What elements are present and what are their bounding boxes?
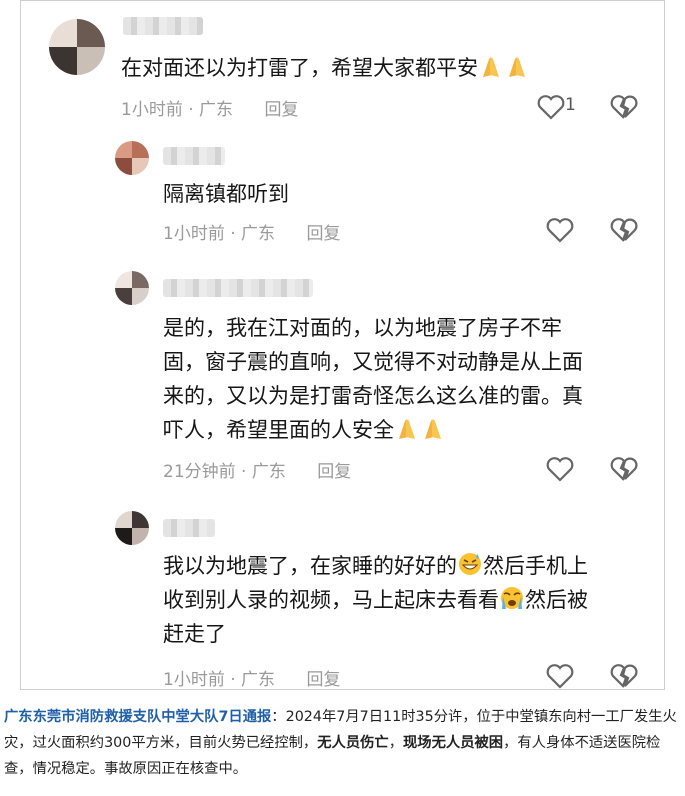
comment-text: 我以为地震了，在家睡的好好的 然后手机上 收到别人录的视频，马上起床去看看 然后被 … [163, 549, 653, 651]
like-heart-icon[interactable] [545, 454, 575, 484]
like-heart-icon[interactable] [545, 661, 575, 691]
nickname-blurred[interactable] [163, 147, 225, 165]
comment-meta: 1小时前 · 广东 回复 [163, 219, 340, 244]
dislike-broken-heart-icon[interactable] [609, 92, 639, 122]
like-heart-icon[interactable] [545, 215, 575, 245]
reply-button[interactable]: 回复 [264, 100, 298, 120]
nickname-blurred[interactable] [123, 17, 203, 35]
comment-text: 在对面还以为打雷了，希望大家都平安 [121, 51, 530, 85]
folded-hands-emoji-icon [399, 419, 415, 439]
folded-hands-emoji-icon [425, 419, 441, 439]
crying-face-emoji-icon [501, 587, 523, 609]
reply-button[interactable]: 回复 [317, 462, 351, 482]
nickname-blurred[interactable] [163, 279, 313, 297]
comment-text-line: 我以为地震了，在家睡的好好的 然后手机上 [163, 549, 653, 583]
avatar[interactable] [49, 19, 105, 75]
news-caption: 广东东莞市消防救援支队中堂大队7日通报：2024年7月7日11时35分许，位于中… [0, 704, 685, 782]
comment-text-line: 收到别人录的视频，马上起床去看看 然后被 [163, 583, 653, 617]
comment-meta: 1小时前 · 广东 回复 [121, 95, 298, 120]
separator: · [230, 224, 236, 244]
comment-section-screenshot: 在对面还以为打雷了，希望大家都平安 1小时前 · 广东 回复 1 隔离镇都听到 … [20, 0, 665, 690]
comment-location: 广东 [251, 462, 286, 482]
comment-time: 21分钟前 [163, 462, 236, 482]
avatar[interactable] [115, 511, 149, 545]
grinning-sweat-face-emoji-icon [459, 553, 481, 575]
dislike-broken-heart-icon[interactable] [609, 215, 639, 245]
comment-text-line: 来的，又以为是打雷奇怪怎么这么准的雷。真 [163, 384, 583, 408]
caption-text: ， [388, 735, 404, 751]
avatar[interactable] [115, 271, 149, 305]
reply-button[interactable]: 回复 [306, 224, 340, 244]
comment-text-line: 赶走了 [163, 622, 226, 646]
comment-time: 1小时前 [121, 100, 183, 120]
comment-meta: 1小时前 · 广东 回复 [163, 665, 340, 690]
folded-hands-emoji-icon [483, 57, 499, 77]
caption-emphasis: 现场无人员被困 [403, 735, 504, 751]
comment-text-line: 固，窗子震的直响，又觉得不对动静是从上面 [163, 350, 583, 374]
comment-time: 1小时前 [163, 224, 225, 244]
comment-text: 是的，我在江对面的，以为地震了房子不牢 固，窗子震的直响，又觉得不对动静是从上面… [163, 311, 653, 447]
comment-time: 1小时前 [163, 670, 225, 690]
like-heart-icon[interactable] [536, 92, 566, 122]
dislike-broken-heart-icon[interactable] [609, 454, 639, 484]
reply-button[interactable]: 回复 [306, 670, 340, 690]
comment-location: 广东 [199, 100, 234, 120]
avatar[interactable] [115, 141, 149, 175]
comment-text-line: 吓人，希望里面的人安全 [163, 413, 653, 447]
comment-text-line: 是的，我在江对面的，以为地震了房子不牢 [163, 316, 562, 340]
comment-location: 广东 [241, 670, 276, 690]
like-count: 1 [565, 95, 576, 115]
separator: · [241, 462, 247, 482]
separator: · [230, 670, 236, 690]
nickname-blurred[interactable] [163, 519, 215, 537]
comment-location: 广东 [241, 224, 276, 244]
separator: · [188, 100, 194, 120]
dislike-broken-heart-icon[interactable] [609, 661, 639, 691]
caption-emphasis: 无人员伤亡 [317, 735, 389, 751]
caption-lead: 广东东莞市消防救援支队中堂大队7日通报 [4, 709, 272, 725]
comment-text: 隔离镇都听到 [163, 182, 289, 206]
comment-meta: 21分钟前 · 广东 回复 [163, 457, 351, 482]
folded-hands-emoji-icon [509, 57, 525, 77]
